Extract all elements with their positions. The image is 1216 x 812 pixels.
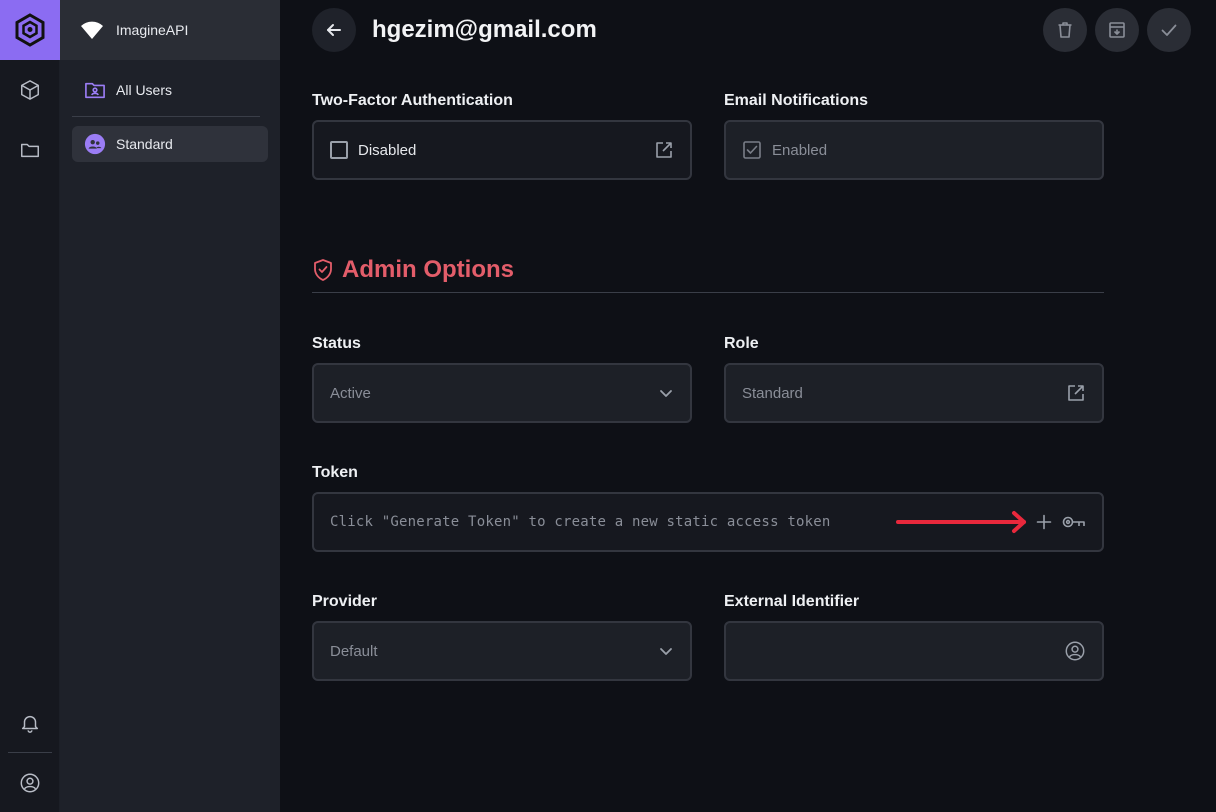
rail-divider	[8, 752, 52, 753]
archive-button[interactable]	[1095, 8, 1139, 52]
page-title: hgezim@gmail.com	[372, 16, 597, 43]
token-field[interactable]: Click "Generate Token" to create a new s…	[312, 492, 1104, 552]
two-factor-field[interactable]: Disabled	[312, 120, 692, 180]
nav-item-all-users[interactable]: All Users	[72, 72, 268, 108]
checkbox-checked-icon	[743, 141, 761, 159]
nav-divider	[72, 116, 260, 117]
chevron-down-icon	[658, 385, 674, 401]
key-icon[interactable]	[1062, 514, 1086, 530]
annotation-arrow	[896, 511, 1026, 533]
app-logo[interactable]	[0, 0, 60, 60]
nav-item-standard[interactable]: Standard	[72, 126, 268, 162]
admin-options-heading: Admin Options	[312, 256, 514, 284]
trash-icon	[1058, 22, 1072, 38]
role-value: Standard	[742, 384, 803, 402]
icon-rail	[0, 0, 60, 812]
status-label: Status	[312, 335, 361, 352]
provider-label: Provider	[312, 593, 377, 610]
user-circle-icon	[1064, 640, 1086, 662]
email-notifications-label: Email Notifications	[724, 92, 869, 109]
shield-check-icon	[314, 259, 332, 281]
status-value: Active	[330, 384, 371, 402]
plus-icon	[1036, 514, 1052, 530]
wifi-icon	[81, 21, 103, 39]
external-link-icon[interactable]	[654, 140, 674, 160]
cube-icon[interactable]	[18, 78, 42, 102]
provider-select[interactable]: Default	[312, 621, 692, 681]
nav-item-label: Standard	[116, 136, 173, 152]
back-button[interactable]	[312, 8, 356, 52]
app-name: ImagineAPI	[116, 22, 189, 38]
generate-token-button[interactable]	[1036, 514, 1052, 530]
role-field[interactable]: Standard	[724, 363, 1104, 423]
two-factor-checkbox[interactable]	[330, 141, 348, 159]
nav-item-label: All Users	[116, 82, 173, 98]
main-content: hgezim@gmail.com Two-Factor Authenticati…	[280, 0, 1216, 812]
delete-button[interactable]	[1043, 8, 1087, 52]
two-factor-value: Disabled	[358, 141, 417, 159]
token-placeholder: Click "Generate Token" to create a new s…	[330, 514, 831, 530]
nav-header: ImagineAPI	[60, 0, 280, 60]
two-factor-label: Two-Factor Authentication	[312, 92, 513, 109]
role-label: Role	[724, 335, 759, 352]
token-label: Token	[312, 464, 358, 481]
user-group-icon	[84, 133, 106, 155]
email-notifications-value: Enabled	[772, 141, 828, 159]
section-divider	[312, 292, 1104, 293]
external-identifier-field[interactable]	[724, 621, 1104, 681]
check-icon	[1161, 24, 1177, 36]
email-notifications-field: Enabled	[724, 120, 1104, 180]
token-actions	[896, 510, 1086, 534]
archive-icon	[1109, 22, 1125, 38]
chevron-down-icon	[658, 643, 674, 659]
external-identifier-label: External Identifier	[724, 593, 860, 610]
save-button[interactable]	[1147, 8, 1191, 52]
external-link-icon[interactable]	[1066, 383, 1086, 403]
status-select[interactable]: Active	[312, 363, 692, 423]
bell-icon[interactable]	[18, 711, 42, 735]
navigation-panel: ImagineAPI All Users Standard	[60, 0, 280, 812]
user-circle-icon[interactable]	[18, 771, 42, 795]
provider-value: Default	[330, 642, 378, 660]
folder-icon[interactable]	[18, 138, 42, 162]
logo-icon	[15, 13, 45, 47]
arrow-left-icon	[327, 24, 341, 36]
admin-options-title: Admin Options	[342, 256, 514, 283]
user-folder-icon	[85, 82, 105, 99]
